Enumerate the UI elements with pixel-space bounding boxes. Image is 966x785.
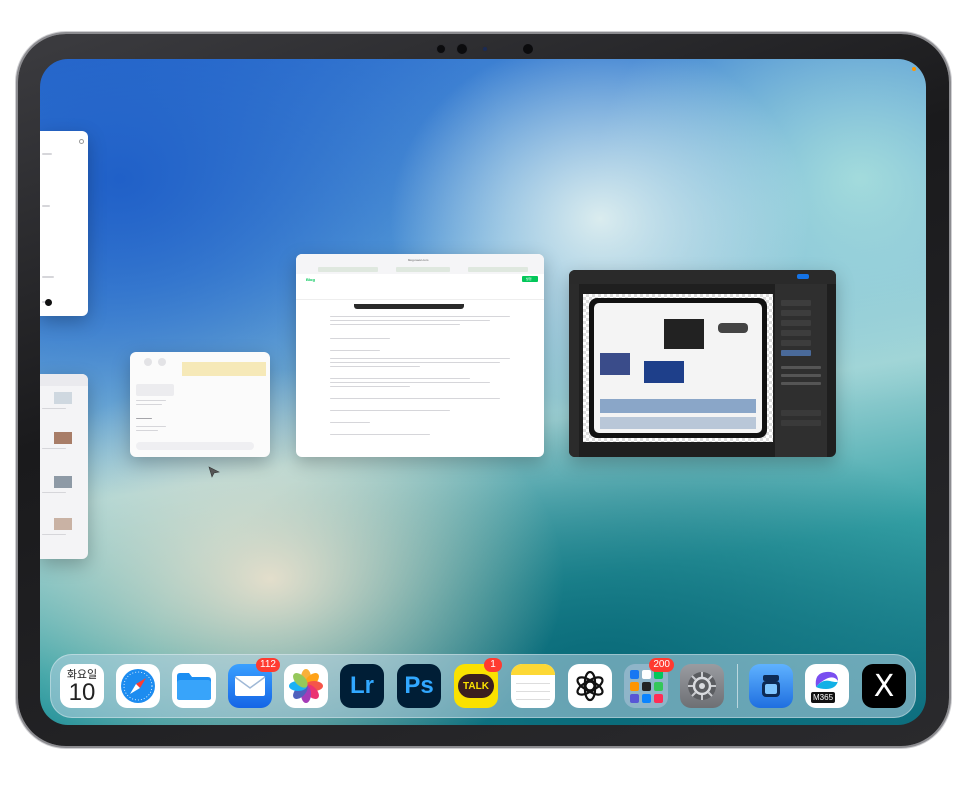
list-card xyxy=(136,384,174,396)
photos-icon[interactable] xyxy=(284,664,328,708)
file-thumbnail xyxy=(54,432,72,444)
file-thumbnail xyxy=(54,518,72,530)
lightroom-icon[interactable]: Lr xyxy=(340,664,384,708)
x-icon[interactable]: X xyxy=(862,664,906,708)
blog-brand: Blog xyxy=(306,277,315,282)
dock-separator xyxy=(737,664,738,708)
safari-icon[interactable] xyxy=(116,664,160,708)
mail-badge: 112 xyxy=(256,658,280,672)
window-blog-editor[interactable]: blog.naver.com Blog 발행 xyxy=(296,254,544,457)
device-mockup xyxy=(589,298,767,438)
photoshop-icon[interactable]: Ps xyxy=(397,664,441,708)
app-folder-icon[interactable]: 200 xyxy=(624,658,674,708)
publish-button[interactable]: 발행 xyxy=(522,276,538,282)
calendar-icon[interactable]: 화요일 10 xyxy=(60,664,104,708)
files-icon[interactable] xyxy=(172,664,216,708)
close-icon xyxy=(79,139,84,144)
privacy-indicator xyxy=(912,67,916,71)
window-left-bottom[interactable] xyxy=(40,374,88,559)
share-button[interactable] xyxy=(797,274,809,279)
camera-bar xyxy=(430,42,540,56)
folder-badge: 200 xyxy=(649,658,674,672)
image-strip xyxy=(354,304,464,309)
talk-bubble: TALK xyxy=(458,674,494,698)
canvas xyxy=(583,294,773,442)
camera-lens xyxy=(522,43,534,55)
chatgpt-icon[interactable] xyxy=(568,664,612,708)
kakaotalk-icon[interactable]: TALK 1 xyxy=(454,658,502,708)
kakaotalk-badge: 1 xyxy=(484,658,502,672)
mail-icon[interactable]: 112 xyxy=(228,658,280,708)
camera-lens xyxy=(436,44,446,54)
face-id-sensor xyxy=(482,46,488,52)
avatar xyxy=(158,358,166,366)
url-bar[interactable]: blog.naver.com xyxy=(408,258,428,262)
window-left-top[interactable] xyxy=(40,131,88,316)
settings-icon[interactable] xyxy=(680,664,724,708)
camera-lens xyxy=(456,43,468,55)
input-bar xyxy=(136,442,254,450)
file-thumbnail xyxy=(54,476,72,488)
window-notes[interactable] xyxy=(130,352,270,457)
pointer-cursor-icon xyxy=(208,465,220,483)
window-photoshop[interactable] xyxy=(569,270,836,457)
scanner-icon[interactable] xyxy=(749,664,793,708)
notes-icon[interactable] xyxy=(511,664,555,708)
avatar-icon xyxy=(45,299,52,306)
m365-icon[interactable]: M365 xyxy=(805,664,849,708)
highlighted-text-block xyxy=(182,362,266,376)
avatar xyxy=(144,358,152,366)
file-thumbnail xyxy=(54,392,72,404)
ipad-screen: blog.naver.com Blog 발행 xyxy=(40,59,926,725)
toolbar-left xyxy=(569,284,579,457)
